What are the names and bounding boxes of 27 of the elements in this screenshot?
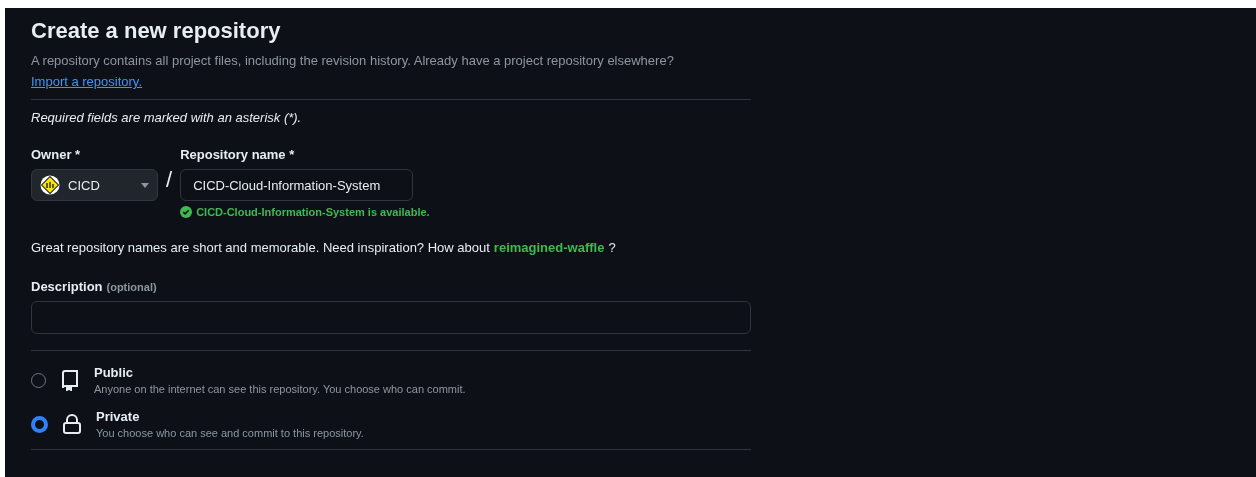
suggestion-end: ?	[608, 240, 616, 255]
optional-hint: (optional)	[106, 281, 157, 293]
repo-name-label: Repository name *	[180, 147, 296, 162]
radio-button[interactable]	[31, 415, 48, 433]
caret-icon	[141, 182, 149, 188]
path-separator: /	[166, 167, 173, 193]
lock-icon	[62, 413, 82, 435]
import-link[interactable]: Import a repository.	[31, 74, 143, 89]
check-circle-icon	[180, 206, 193, 218]
visibility-description: Anyone on the internet can see this repository. You choose who can commit.	[94, 383, 466, 395]
page-title: Create a new repository	[31, 18, 282, 44]
repo-name-field[interactable]: CICD-Cloud-Information-System	[180, 169, 414, 201]
owner-avatar-icon	[40, 175, 60, 195]
required-note: Required fields are marked with an asterisk (*).	[31, 110, 303, 125]
repo-icon	[60, 369, 80, 391]
owner-dropdown[interactable]: CICD	[31, 169, 158, 201]
visibility-title: Private	[96, 409, 141, 424]
owner-label: Owner *	[31, 147, 82, 162]
intro-text: A repository contains all project files, including the revision history. Already have a project repository elsewhere?	[31, 53, 675, 68]
suggested-name[interactable]: reimagined-waffle	[493, 240, 605, 255]
visibility-title: Public	[94, 365, 134, 380]
visibility-description: You choose who can see and commit to this repository.	[96, 427, 364, 439]
suggestion-text: Great repository names are short and memorable. Need inspiration? How about	[31, 240, 490, 255]
description-label: Description	[31, 279, 103, 294]
radio-button[interactable]	[31, 372, 46, 388]
description-field[interactable]	[31, 301, 751, 334]
availability-message: CICD-Cloud-Information-System is available.	[196, 206, 430, 218]
